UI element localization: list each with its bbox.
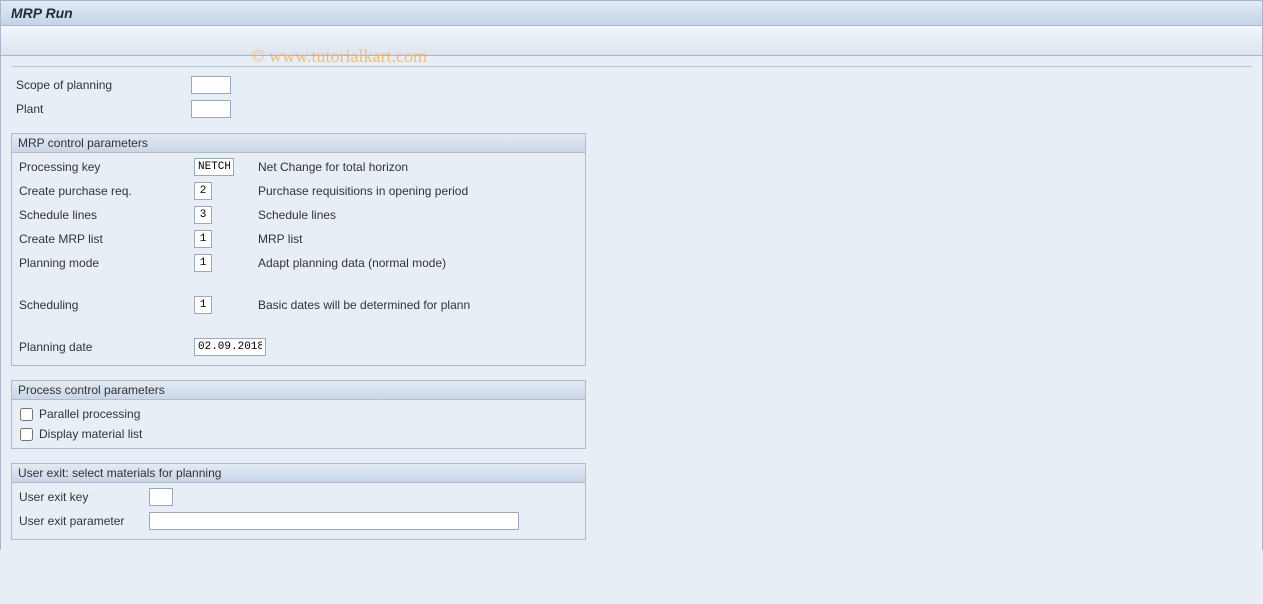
row-display-material: Display material list bbox=[14, 424, 583, 444]
group-process-control: Process control parameters Parallel proc… bbox=[11, 380, 586, 449]
group-user-exit: User exit: select materials for planning… bbox=[11, 463, 586, 540]
row-create-mrp-list: Create MRP list MRP list bbox=[14, 229, 583, 249]
toolbar: © www.tutorialkart.com bbox=[0, 26, 1263, 56]
display-material-label: Display material list bbox=[39, 427, 142, 441]
row-planning-date: Planning date bbox=[14, 337, 583, 357]
create-pr-label: Create purchase req. bbox=[14, 184, 194, 198]
row-user-exit-param: User exit parameter bbox=[14, 511, 583, 531]
plant-label: Plant bbox=[11, 102, 191, 116]
schedule-lines-input[interactable] bbox=[194, 206, 212, 224]
processing-key-desc: Net Change for total horizon bbox=[234, 160, 408, 174]
row-processing-key: Processing key Net Change for total hori… bbox=[14, 157, 583, 177]
group-user-exit-title: User exit: select materials for planning bbox=[12, 464, 585, 483]
processing-key-label: Processing key bbox=[14, 160, 194, 174]
display-material-checkbox[interactable] bbox=[20, 428, 33, 441]
user-exit-key-input[interactable] bbox=[149, 488, 173, 506]
row-plant: Plant bbox=[11, 99, 1252, 119]
row-scheduling: Scheduling Basic dates will be determine… bbox=[14, 295, 583, 315]
row-user-exit-key: User exit key bbox=[14, 487, 583, 507]
group-process-title: Process control parameters bbox=[12, 381, 585, 400]
planning-mode-label: Planning mode bbox=[14, 256, 194, 270]
scheduling-desc: Basic dates will be determined for plann bbox=[212, 298, 470, 312]
window-title: MRP Run bbox=[0, 0, 1263, 26]
create-mrp-list-label: Create MRP list bbox=[14, 232, 194, 246]
create-mrp-list-input[interactable] bbox=[194, 230, 212, 248]
scope-input[interactable] bbox=[191, 76, 231, 94]
divider bbox=[11, 66, 1252, 67]
row-parallel: Parallel processing bbox=[14, 404, 583, 424]
spacer bbox=[14, 277, 583, 295]
scheduling-label: Scheduling bbox=[14, 298, 194, 312]
planning-date-input[interactable] bbox=[194, 338, 266, 356]
row-create-pr: Create purchase req. Purchase requisitio… bbox=[14, 181, 583, 201]
schedule-lines-label: Schedule lines bbox=[14, 208, 194, 222]
planning-mode-input[interactable] bbox=[194, 254, 212, 272]
schedule-lines-desc: Schedule lines bbox=[212, 208, 336, 222]
main-content: Scope of planning Plant MRP control para… bbox=[0, 56, 1263, 550]
row-schedule-lines: Schedule lines Schedule lines bbox=[14, 205, 583, 225]
create-mrp-list-desc: MRP list bbox=[212, 232, 302, 246]
create-pr-input[interactable] bbox=[194, 182, 212, 200]
parallel-checkbox[interactable] bbox=[20, 408, 33, 421]
parallel-label: Parallel processing bbox=[39, 407, 140, 421]
user-exit-key-label: User exit key bbox=[14, 490, 149, 504]
user-exit-param-label: User exit parameter bbox=[14, 514, 149, 528]
spacer bbox=[14, 319, 583, 337]
plant-input[interactable] bbox=[191, 100, 231, 118]
planning-mode-desc: Adapt planning data (normal mode) bbox=[212, 256, 446, 270]
row-planning-mode: Planning mode Adapt planning data (norma… bbox=[14, 253, 583, 273]
group-mrp-control: MRP control parameters Processing key Ne… bbox=[11, 133, 586, 366]
scheduling-input[interactable] bbox=[194, 296, 212, 314]
row-scope: Scope of planning bbox=[11, 75, 1252, 95]
create-pr-desc: Purchase requisitions in opening period bbox=[212, 184, 468, 198]
processing-key-input[interactable] bbox=[194, 158, 234, 176]
user-exit-param-input[interactable] bbox=[149, 512, 519, 530]
planning-date-label: Planning date bbox=[14, 340, 194, 354]
scope-label: Scope of planning bbox=[11, 78, 191, 92]
group-mrp-title: MRP control parameters bbox=[12, 134, 585, 153]
